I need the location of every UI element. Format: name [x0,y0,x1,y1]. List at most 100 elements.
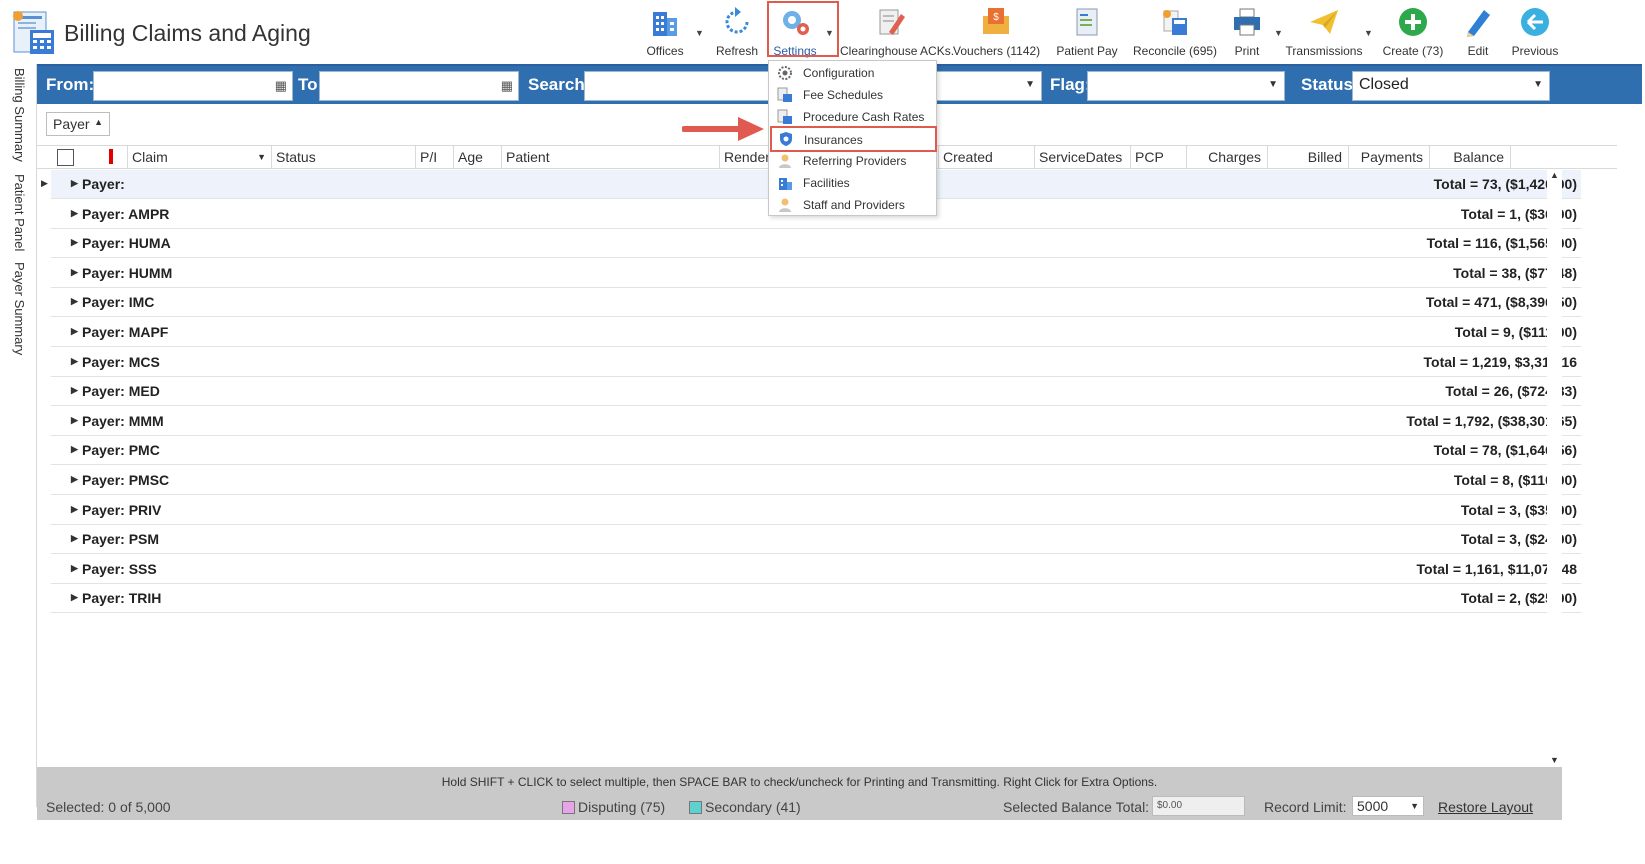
expand-icon[interactable]: ▶ [71,444,78,455]
expand-icon[interactable]: ▶ [71,267,78,278]
group-by-chip[interactable]: Payer ▲ [46,112,110,136]
column-pcp[interactable]: PCP [1130,146,1186,169]
group-name: Payer: TRIH [82,590,162,607]
group-row[interactable]: ▶ Payer: HUMA Total = 116, ($1,565.00) [51,229,1581,259]
column-billed[interactable]: Billed [1267,146,1348,169]
menu-item-label: Referring Providers [803,154,907,168]
group-row[interactable]: ▶ Payer: HUMM Total = 38, ($77.48) [51,259,1581,288]
search-dropdown-caret[interactable]: ▼ [1025,79,1035,90]
expand-icon[interactable]: ▶ [71,208,78,219]
staff-icon [779,198,791,212]
edit-label: Edit [1467,44,1489,58]
expand-icon[interactable]: ▶ [71,563,78,574]
menu-item-label: Staff and Providers [803,198,905,212]
column-payments[interactable]: Payments [1348,146,1429,169]
row-indicator-icon: ▶ [41,178,48,188]
column-balance[interactable]: Balance [1429,146,1510,169]
settings-menu: Configuration Fee Schedules Procedure Ca… [768,60,937,216]
column-pi[interactable]: P/I [415,146,453,169]
refresh-button[interactable]: Refresh [712,4,762,62]
side-tab-patient-panel[interactable]: Patient Panel [12,174,27,251]
group-row[interactable]: ▶ Payer: PMSC Total = 8, ($110.00) [51,466,1581,495]
transmissions-dropdown-caret[interactable]: ▼ [1364,28,1373,38]
calendar-icon[interactable]: ▦ [501,78,513,94]
status-dropdown-caret[interactable]: ▼ [1533,79,1543,90]
column-age[interactable]: Age [453,146,501,169]
restore-layout-link[interactable]: Restore Layout [1438,799,1533,815]
expand-icon[interactable]: ▶ [71,237,78,248]
column-service-dates[interactable]: ServiceDates [1034,146,1130,169]
billing-calculator-icon [13,11,54,54]
side-tab-billing-summary[interactable]: Billing Summary [12,68,27,162]
vouchers-button[interactable]: $ Vouchers (1142) [953,4,1040,62]
vertical-scrollbar[interactable]: ▲ ▼ [1547,170,1562,767]
chevron-down-icon[interactable]: ▼ [1410,801,1419,811]
transmissions-button[interactable]: Transmissions [1285,4,1363,62]
group-name: Payer: MMM [82,412,164,429]
menu-item-staff-and-providers[interactable]: Staff and Providers [769,194,936,216]
scroll-down-icon[interactable]: ▼ [1550,755,1559,765]
flag-select[interactable]: ▼ [1087,71,1285,101]
menu-item-referring-providers[interactable]: Referring Providers [769,150,936,172]
column-charges[interactable]: Charges [1186,146,1267,169]
gear-icon [778,66,792,80]
offices-dropdown-caret[interactable]: ▼ [695,28,704,38]
side-tab-payer-summary[interactable]: Payer Summary [12,262,27,355]
expand-icon[interactable]: ▶ [71,474,78,485]
menu-item-label: Configuration [803,66,875,80]
expand-icon[interactable]: ▶ [71,356,78,367]
print-dropdown-caret[interactable]: ▼ [1274,28,1283,38]
expand-icon[interactable]: ▶ [71,415,78,426]
expand-icon[interactable]: ▶ [71,592,78,603]
menu-item-fee-schedules[interactable]: Fee Schedules [769,84,936,106]
expand-icon[interactable]: ▶ [71,385,78,396]
menu-item-configuration[interactable]: Configuration [769,62,936,84]
group-name: Payer: IMC [82,294,155,311]
reconcile-button[interactable]: Reconcile (695) [1133,4,1217,62]
filter-caret-icon[interactable]: ▼ [257,152,266,162]
from-date-input[interactable]: ▦ [93,71,293,101]
group-row[interactable]: ▶ Payer: PRIV Total = 3, ($35.00) [51,496,1581,525]
group-row[interactable]: ▶ Payer: TRIH Total = 2, ($25.00) [51,584,1581,614]
menu-item-insurances[interactable]: Insurances [770,126,937,152]
balance-total-field: $0.00 [1152,796,1245,816]
edit-button[interactable]: Edit [1456,4,1500,62]
expand-icon[interactable]: ▶ [71,504,78,515]
menu-item-procedure-cash-rates[interactable]: Procedure Cash Rates [769,106,936,128]
group-row[interactable]: ▶ Payer: PMC Total = 78, ($1,646.56) [51,436,1581,466]
group-row[interactable]: ▶ Payer: MCS Total = 1,219, $3,310.16 [51,348,1581,377]
group-row[interactable]: ▶ Payer: IMC Total = 471, ($8,396.50) [51,288,1581,318]
scroll-up-icon[interactable]: ▲ [1550,170,1559,180]
group-row[interactable]: ▶ Payer: MAPF Total = 9, ($111.00) [51,318,1581,347]
column-status[interactable]: Status [271,146,415,169]
menu-item-facilities[interactable]: Facilities [769,172,936,194]
column-patient[interactable]: Patient [501,146,719,169]
to-date-input[interactable]: ▦ [319,71,519,101]
expand-icon[interactable]: ▶ [71,326,78,337]
group-by-label: Payer [53,116,90,132]
print-button[interactable]: Print [1225,4,1269,62]
status-select[interactable]: Closed ▼ [1352,71,1550,101]
column-created[interactable]: Created [938,146,1034,169]
previous-button[interactable]: Previous [1510,4,1560,62]
flag-dropdown-caret[interactable]: ▼ [1268,79,1278,90]
offices-button[interactable]: Offices [638,4,692,62]
create-button[interactable]: Create (73) [1380,4,1446,62]
menu-item-label: Insurances [804,133,863,147]
secondary-swatch [689,801,702,814]
document-edit-icon [879,9,905,35]
group-row[interactable]: ▶ Payer: PSM Total = 3, ($24.00) [51,525,1581,555]
expand-icon[interactable]: ▶ [71,296,78,307]
column-claim[interactable]: Claim ▼ [127,146,271,169]
group-row[interactable]: ▶ Payer: MMM Total = 1,792, ($38,301.65) [51,407,1581,436]
record-limit-select[interactable]: 5000 ▼ [1352,796,1424,816]
calendar-icon[interactable]: ▦ [275,78,287,94]
expand-icon[interactable]: ▶ [71,533,78,544]
clearinghouse-acks-button[interactable]: Clearinghouse ACKs. [840,4,954,62]
expand-icon[interactable]: ▶ [71,178,78,189]
group-row[interactable]: ▶ Payer: MED Total = 26, ($724.83) [51,377,1581,407]
patient-pay-button[interactable]: Patient Pay [1054,4,1120,62]
menu-item-label: Fee Schedules [803,88,884,102]
select-all-checkbox[interactable] [57,149,74,166]
group-row[interactable]: ▶ Payer: SSS Total = 1,161, $11,071.48 [51,555,1581,584]
